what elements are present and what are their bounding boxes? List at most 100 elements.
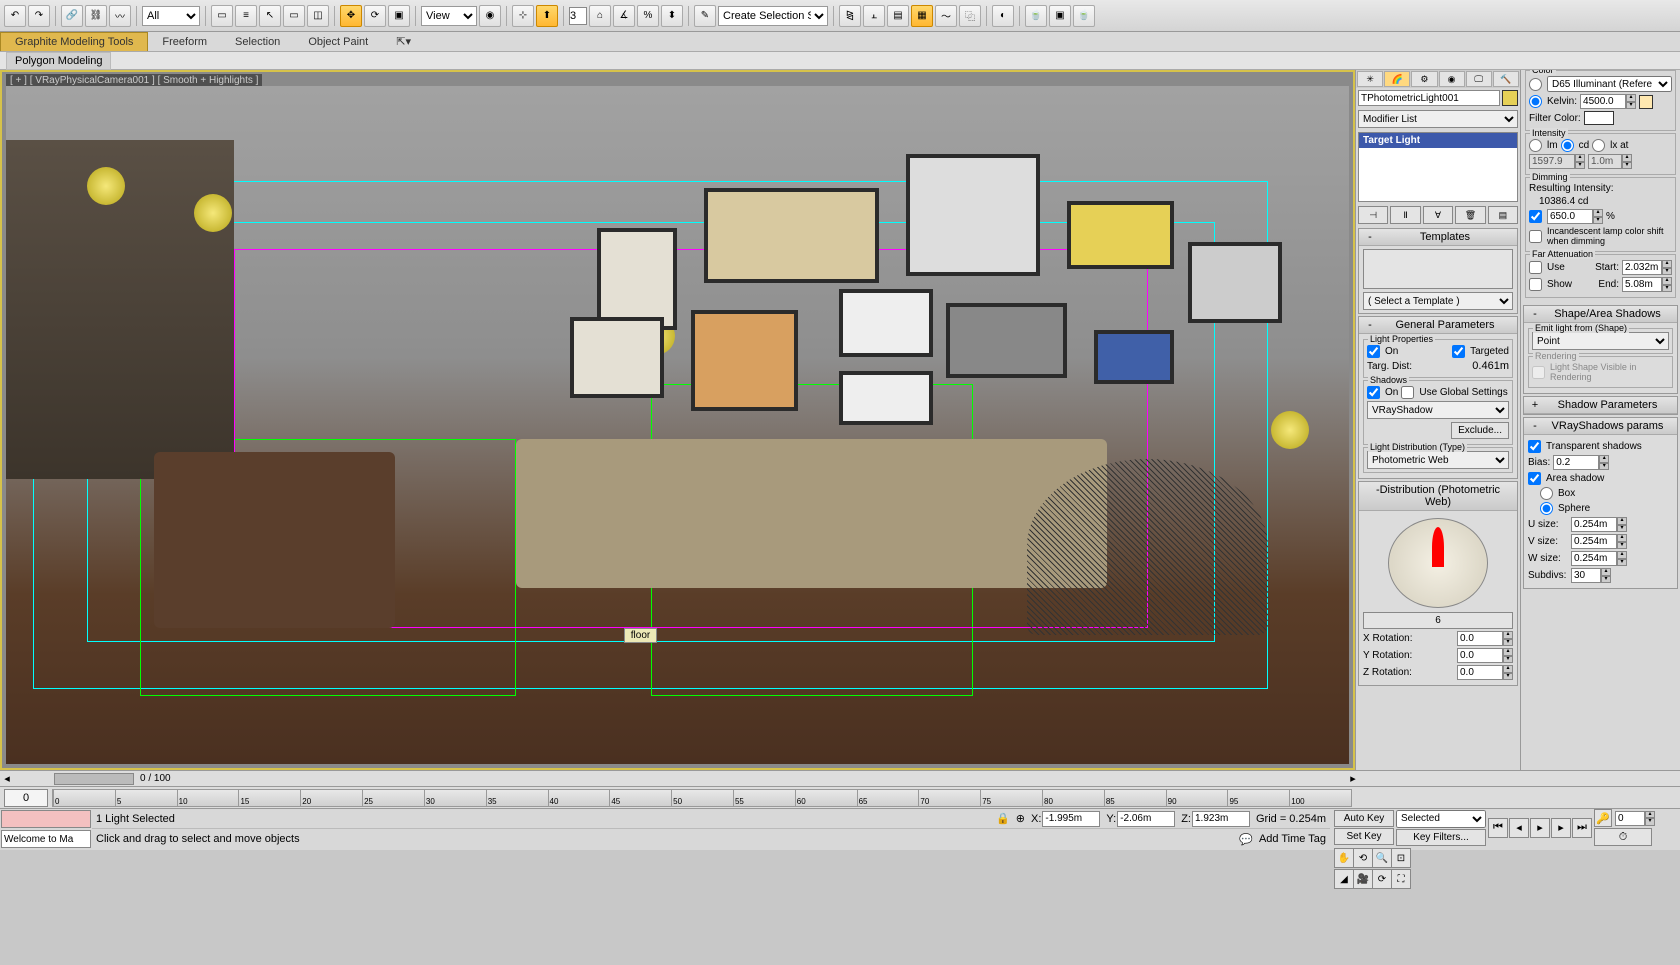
viewport[interactable]: [ + ] [ VRayPhysicalCamera001 ] [ Smooth…	[0, 70, 1355, 770]
emit-shape-select[interactable]: Point	[1532, 332, 1669, 350]
key-filters-button[interactable]: Key Filters...	[1396, 829, 1486, 846]
spinner-arrows[interactable]: ▴▾	[1503, 648, 1513, 663]
bind-icon[interactable]: 〰	[109, 5, 131, 27]
selection-filter-dropdown[interactable]: All	[142, 6, 200, 26]
play-icon[interactable]: ▸	[1530, 818, 1550, 838]
z-rotation-input[interactable]	[1457, 665, 1503, 680]
named-selection-dropdown[interactable]: Create Selection Se	[718, 6, 828, 26]
shadows-on-checkbox[interactable]	[1367, 386, 1380, 399]
cd-radio[interactable]	[1561, 139, 1574, 152]
spinner-snap-icon[interactable]: ⬍	[661, 5, 683, 27]
subtab-polygon-modeling[interactable]: Polygon Modeling	[6, 52, 111, 70]
exclude-button[interactable]: Exclude...	[1451, 422, 1509, 439]
spinner-arrows[interactable]: ▴▾	[1575, 154, 1585, 169]
timeline-tick[interactable]: 0	[53, 790, 115, 806]
pin-stack-icon[interactable]: ⊣	[1358, 206, 1388, 224]
spinner-arrows[interactable]: ▴▾	[1601, 568, 1611, 583]
render-setup-icon[interactable]: 🍵	[1025, 5, 1047, 27]
spinner-arrows[interactable]: ▴▾	[1503, 631, 1513, 646]
select-rotate-icon[interactable]: ⟳	[364, 5, 386, 27]
timeline-tick[interactable]: 5	[115, 790, 177, 806]
box-radio[interactable]	[1540, 487, 1553, 500]
viewport-zoom-icon[interactable]: 🔍	[1372, 848, 1392, 868]
shadow-params-rollout-header[interactable]: +Shadow Parameters	[1524, 397, 1677, 414]
atten-use-checkbox[interactable]	[1529, 261, 1542, 274]
dimming-enable-checkbox[interactable]	[1529, 210, 1542, 223]
targeted-checkbox[interactable]	[1452, 345, 1465, 358]
timeline-tick[interactable]: 85	[1104, 790, 1166, 806]
pivot-icon[interactable]: ◉	[479, 5, 501, 27]
transparent-shadows-checkbox[interactable]	[1528, 440, 1541, 453]
distribution-rollout-header[interactable]: -Distribution (Photometric Web)	[1359, 482, 1517, 511]
align-icon[interactable]: ⫠	[863, 5, 885, 27]
timeline-tick[interactable]: 40	[548, 790, 610, 806]
scroll-thumb[interactable]	[54, 773, 134, 785]
wsize-input[interactable]	[1571, 551, 1617, 566]
kelvin-color-swatch[interactable]	[1639, 95, 1653, 109]
atten-start-input[interactable]	[1622, 260, 1662, 275]
schematic-view-icon[interactable]: ⿻	[959, 5, 981, 27]
kelvin-input[interactable]	[1580, 94, 1626, 109]
snap-toggle-icon[interactable]: ⌂	[589, 5, 611, 27]
shadow-type-select[interactable]: VRayShadow	[1367, 401, 1509, 419]
timeline-tick[interactable]: 75	[980, 790, 1042, 806]
stack-item-target-light[interactable]: Target Light	[1359, 133, 1517, 148]
timeline-tick[interactable]: 70	[918, 790, 980, 806]
x-coord-input[interactable]	[1042, 811, 1100, 827]
edit-named-selection-icon[interactable]: ✎	[694, 5, 716, 27]
manipulate-icon[interactable]: ⊹	[512, 5, 534, 27]
maxscript-listener[interactable]	[0, 809, 92, 850]
key-mode-toggle-icon[interactable]: 🔑	[1594, 809, 1612, 827]
atten-end-input[interactable]	[1622, 277, 1662, 292]
timeline-tick[interactable]: 25	[362, 790, 424, 806]
timeline-tick[interactable]: 100	[1289, 790, 1351, 806]
timeline-tick[interactable]: 30	[424, 790, 486, 806]
keyboard-shortcut-icon[interactable]: ⬆	[536, 5, 558, 27]
viewport-zoom-extents-icon[interactable]: ⊡	[1391, 848, 1411, 868]
timeline-track[interactable]: 0510152025303540455055606570758085909510…	[52, 789, 1352, 807]
absolute-transform-icon[interactable]: ⊕	[1016, 812, 1025, 825]
object-color-swatch[interactable]	[1502, 90, 1518, 106]
use-global-checkbox[interactable]	[1401, 386, 1414, 399]
y-rotation-input[interactable]	[1457, 648, 1503, 663]
remove-modifier-icon[interactable]: 🗑	[1455, 206, 1485, 224]
sphere-radio[interactable]	[1540, 502, 1553, 515]
material-editor-icon[interactable]: ◐	[992, 5, 1014, 27]
current-frame-indicator[interactable]: 0	[4, 789, 48, 807]
rect-region-icon[interactable]: ▭	[283, 5, 305, 27]
viewport-roll-icon[interactable]: ⟳	[1372, 869, 1392, 889]
curve-editor-icon[interactable]: 〜	[935, 5, 957, 27]
select-scale-icon[interactable]: ▣	[388, 5, 410, 27]
goto-start-icon[interactable]: ⏮	[1488, 818, 1508, 838]
motion-tab-icon[interactable]: ◉	[1439, 71, 1465, 87]
spinner-arrows[interactable]: ▴▾	[1622, 154, 1632, 169]
spinner-arrows[interactable]: ▴▾	[1662, 277, 1672, 292]
web-file-button[interactable]: 6	[1363, 612, 1513, 629]
spinner-arrows[interactable]: ▴▾	[1593, 209, 1603, 224]
bias-input[interactable]	[1553, 455, 1599, 470]
spinner-arrows[interactable]: ▴▾	[1617, 517, 1627, 532]
spinner-arrows[interactable]: ▴▾	[1503, 665, 1513, 680]
modify-tab-icon[interactable]: 🌈	[1384, 71, 1410, 87]
kelvin-radio[interactable]	[1529, 95, 1542, 108]
goto-end-icon[interactable]: ⏭	[1572, 818, 1592, 838]
tab-object-paint[interactable]: Object Paint	[294, 33, 382, 51]
next-frame-icon[interactable]: ▸	[1551, 818, 1571, 838]
prev-frame-icon[interactable]: ◂	[1509, 818, 1529, 838]
hierarchy-tab-icon[interactable]: ⚙	[1411, 71, 1437, 87]
subdivs-input[interactable]	[1571, 568, 1601, 583]
make-unique-icon[interactable]: ∀	[1423, 206, 1453, 224]
photometric-web-preview[interactable]	[1388, 518, 1488, 608]
rendered-frame-icon[interactable]: ▣	[1049, 5, 1071, 27]
z-coord-input[interactable]	[1192, 811, 1250, 827]
viewport-dolly-icon[interactable]: 🎥	[1353, 869, 1373, 889]
timeline-tick[interactable]: 15	[238, 790, 300, 806]
current-frame-input[interactable]	[1615, 811, 1645, 826]
x-rotation-input[interactable]	[1457, 631, 1503, 646]
maxscript-output[interactable]	[1, 810, 91, 828]
undo-icon[interactable]: ↶	[4, 5, 26, 27]
percent-snap-icon[interactable]: %	[637, 5, 659, 27]
timeline-tick[interactable]: 80	[1042, 790, 1104, 806]
select-move-icon[interactable]: ✥	[340, 5, 362, 27]
dimming-percent-input[interactable]	[1547, 209, 1593, 224]
